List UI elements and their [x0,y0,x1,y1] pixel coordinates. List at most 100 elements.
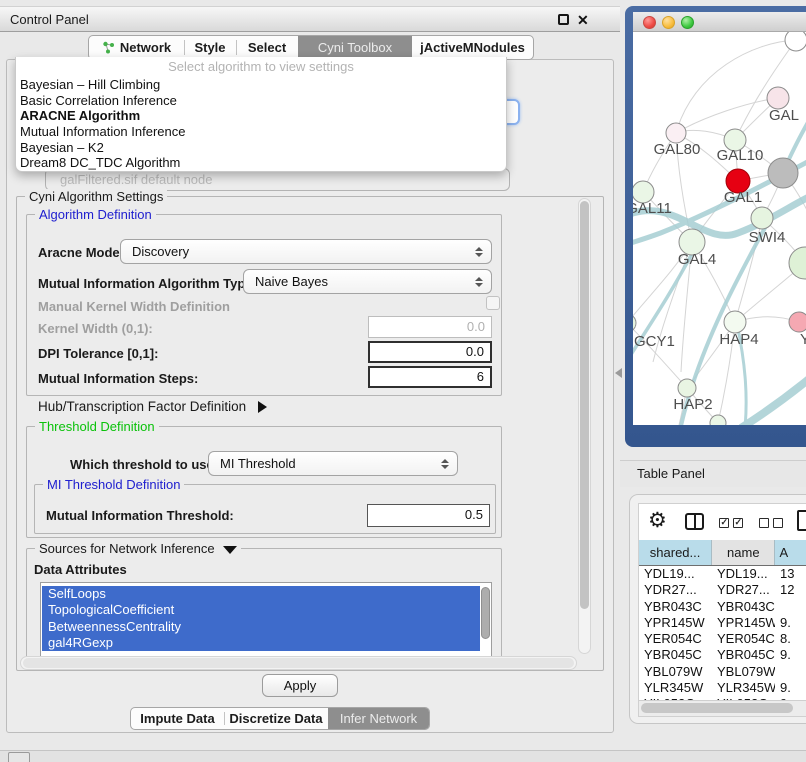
table-cell[interactable]: YLR345W [717,680,775,696]
table-row[interactable]: YBR043C YBR043C [639,599,806,615]
unchecked-checkbox-icon[interactable] [759,518,769,528]
minimized-panel-icon[interactable] [8,752,30,762]
sources-legend[interactable]: Sources for Network Inference [35,541,241,556]
manual-kernel-checkbox[interactable] [486,296,500,310]
tab-impute-data[interactable]: Impute Data [131,708,224,729]
algorithm-dropdown-popup: Select algorithm to view settings Bayesi… [15,57,507,172]
table-cell[interactable]: 9. [780,615,806,631]
attribute-list-item[interactable]: SelfLoops [42,586,480,602]
network-node[interactable] [785,32,806,51]
hub-section-toggle[interactable]: Hub/Transcription Factor Definition [38,399,267,414]
table-cell[interactable]: 8. [780,631,806,647]
dpi-tolerance-field[interactable]: 0.0 [368,341,492,363]
table-cell[interactable]: 13 [780,566,806,582]
algorithm-option[interactable]: Mutual Information Inference [16,124,506,140]
aracne-mode-combo[interactable]: Discovery [120,239,492,264]
column-header-shared[interactable]: shared... [639,540,712,565]
table-cell[interactable]: YBL079W [717,664,775,680]
tab-discretize-data[interactable]: Discretize Data [224,708,328,729]
table-cell[interactable]: YDR27... [717,582,775,598]
tab-style[interactable]: Style [184,36,236,59]
tab-jactivemnodules[interactable]: jActiveMNodules [412,36,533,59]
table-cell[interactable]: YBL079W [644,664,710,680]
panel-splitter-handle[interactable] [615,368,622,378]
settings-vertical-scrollbar[interactable] [578,198,591,654]
table-row[interactable]: YLR345W YLR345W 9. [639,680,806,696]
mi-type-combo[interactable]: Naive Bayes [243,269,492,294]
data-attributes-list[interactable]: SelfLoopsTopologicalCoefficientBetweenne… [40,582,492,657]
algorithm-option[interactable]: ARACNE Algorithm [16,108,506,124]
table-cell[interactable]: 12 [780,582,806,598]
network-node-hap2[interactable] [678,379,696,397]
column-layout-icon[interactable] [685,513,704,530]
list-scrollbar[interactable] [481,587,490,639]
attribute-list-item[interactable]: TopologicalCoefficient [42,602,480,618]
checked-checkbox-icon[interactable] [719,518,729,528]
table-row[interactable]: YER054C YER054C 8. [639,631,806,647]
scrollbar-thumb[interactable] [641,703,793,713]
mac-minimize-icon[interactable] [662,16,675,29]
network-node-gal80[interactable] [666,123,686,143]
table-cell[interactable]: YBR045C [644,647,710,663]
mi-steps-field[interactable]: 6 [368,366,492,388]
table-cell[interactable]: YBR043C [717,599,775,615]
mi-threshold-field[interactable]: 0.5 [367,504,490,527]
attribute-list-item[interactable]: gal4RGexp [42,635,480,651]
table-cell[interactable]: YDL19... [717,566,775,582]
network-node-gal[interactable] [767,87,789,109]
table-cell[interactable]: YDL19... [644,566,710,582]
table-row[interactable]: YDR27... YDR27... 12 [639,582,806,598]
tab-infer-network[interactable]: Infer Network [328,708,429,729]
table-row[interactable]: YDL19... YDL19... 13 [639,566,806,582]
column-header-partial[interactable]: A [775,540,806,565]
table-row[interactable]: YBL079W YBL079W [639,664,806,680]
unchecked-checkbox-icon[interactable] [773,518,783,528]
network-window-titlebar[interactable] [633,12,806,32]
tab-network[interactable]: Network [89,36,184,59]
control-panel-title: Control Panel [10,7,89,33]
which-threshold-combo[interactable]: MI Threshold [208,451,458,476]
network-node-y[interactable] [789,312,806,332]
combo-stepper-icon [441,459,449,469]
table-cell[interactable]: YER054C [644,631,710,647]
scrollbar-thumb[interactable] [580,201,589,609]
table-cell[interactable]: YDR27... [644,582,710,598]
table-cell[interactable]: YLR345W [644,680,710,696]
document-icon[interactable] [797,510,806,531]
checked-checkbox-icon[interactable] [733,518,743,528]
table-row[interactable]: YBR045C YBR045C 9. [639,647,806,663]
table-cell[interactable]: YPR145W [644,615,710,631]
settings-horizontal-scrollbar[interactable] [20,656,577,670]
node-label: GAL10 [717,147,764,164]
tab-select[interactable]: Select [236,36,298,59]
float-window-icon[interactable] [558,14,569,25]
table-cell[interactable]: YPR145W [717,615,775,631]
network-node[interactable] [768,158,798,188]
table-cell[interactable]: YBR043C [644,599,710,615]
algorithm-option[interactable]: Bayesian – Hill Climbing [16,77,506,93]
table-row[interactable]: YPR145W YPR145W 9. [639,615,806,631]
network-node-swi4[interactable] [751,207,773,229]
attribute-list-item[interactable]: BetweennessCentrality [42,619,480,635]
gear-icon[interactable]: ⚙ [648,508,667,534]
algorithm-option[interactable]: Dream8 DC_TDC Algorithm [16,155,506,171]
table-cell[interactable]: 9. [780,680,806,696]
mac-zoom-icon[interactable] [681,16,694,29]
network-canvas[interactable]: GALGAL80GAL10GAL1GAL11SWI4GAL4GCY1HAP4YH… [633,32,806,425]
network-node-hap4[interactable] [724,311,746,333]
column-header-name[interactable]: name [712,540,775,565]
table-horizontal-scrollbar[interactable] [639,700,806,716]
tab-cyni-toolbox[interactable]: Cyni Toolbox [298,36,412,59]
network-nodes[interactable]: GALGAL80GAL10GAL1GAL11SWI4GAL4GCY1HAP4YH… [633,32,806,425]
algorithm-option[interactable]: Basic Correlation Inference [16,93,506,109]
table-cell[interactable]: YBR045C [717,647,775,663]
network-node-gcy1[interactable] [633,314,636,332]
table-cell[interactable]: YER054C [717,631,775,647]
algorithm-option[interactable]: Bayesian – K2 [16,140,506,156]
close-window-icon[interactable]: ✕ [577,10,589,30]
table-cell[interactable]: 9. [780,647,806,663]
mac-close-icon[interactable] [643,16,656,29]
kernel-width-field[interactable]: 0.0 [368,316,492,338]
apply-button[interactable]: Apply [262,674,338,697]
scrollbar-thumb[interactable] [23,658,574,668]
